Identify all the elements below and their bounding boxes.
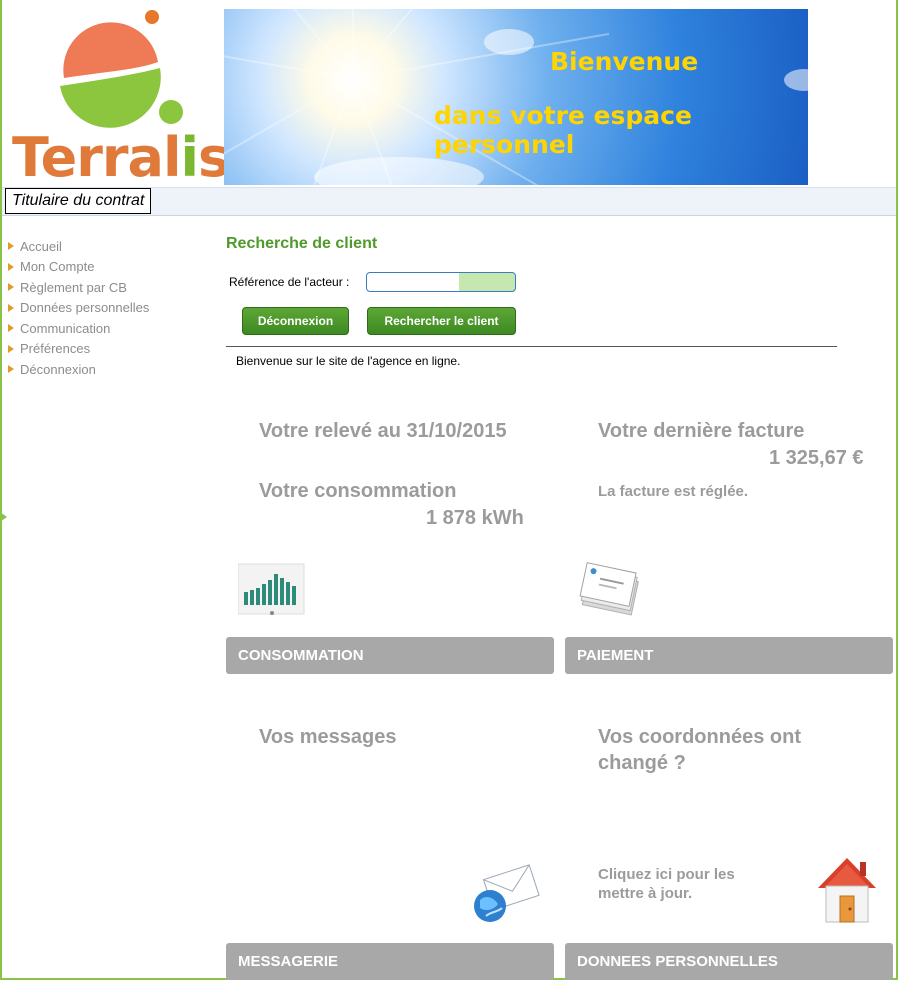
- triangle-right-icon: [8, 283, 14, 292]
- triangle-right-icon: [8, 303, 14, 312]
- triangle-right-icon: [8, 365, 14, 374]
- search-client-button[interactable]: Rechercher le client: [367, 307, 516, 335]
- coordonnees-cta-line2[interactable]: mettre à jour.: [598, 885, 692, 902]
- terralis-logo[interactable]: Terralis: [8, 8, 230, 189]
- logo-wordmark: Terralis: [12, 126, 230, 189]
- sidebar-item-communication[interactable]: Communication: [8, 318, 149, 339]
- sidebar-item-donnees-personnelles[interactable]: Données personnelles: [8, 298, 149, 319]
- triangle-right-icon: [8, 344, 14, 353]
- divider: [226, 346, 837, 347]
- edge-arrow-icon: [0, 512, 7, 522]
- consommation-title: Votre consommation: [259, 480, 457, 502]
- tile-messagerie[interactable]: MESSAGERIE: [226, 943, 554, 980]
- triangle-right-icon: [8, 242, 14, 251]
- contract-holder-label: Titulaire du contrat: [5, 188, 152, 214]
- banner-subtitle: dans votre espace personnel: [434, 101, 692, 159]
- ref-input[interactable]: [366, 272, 516, 292]
- bar-chart-icon[interactable]: [237, 562, 306, 623]
- sidebar-item-mon-compte[interactable]: Mon Compte: [8, 257, 149, 278]
- facture-status: La facture est réglée.: [598, 483, 749, 500]
- sidebar-item-reglement-cb[interactable]: Règlement par CB: [8, 277, 149, 298]
- sidebar-nav: Accueil Mon Compte Règlement par CB Donn…: [8, 236, 149, 380]
- house-icon[interactable]: [816, 856, 878, 931]
- tile-consommation[interactable]: CONSOMMATION: [226, 637, 554, 674]
- logout-button[interactable]: Déconnexion: [242, 307, 349, 335]
- messages-title: Vos messages: [259, 726, 397, 748]
- ref-label: Référence de l'acteur :: [229, 275, 350, 289]
- search-title: Recherche de client: [226, 235, 378, 252]
- tile-donnees-personnelles[interactable]: DONNEES PERSONNELLES: [565, 943, 893, 980]
- triangle-right-icon: [8, 324, 14, 333]
- coordonnees-title-line2: changé ?: [598, 752, 686, 774]
- tile-paiement[interactable]: PAIEMENT: [565, 637, 893, 674]
- invoice-icon[interactable]: [578, 562, 642, 623]
- welcome-text: Bienvenue sur le site de l'agence en lig…: [236, 354, 461, 368]
- banner-title: Bienvenue: [550, 47, 699, 76]
- facture-title: Votre dernière facture: [598, 420, 805, 442]
- sidebar-item-preferences[interactable]: Préférences: [8, 339, 149, 360]
- releve-title: Votre relevé au 31/10/2015: [259, 420, 507, 442]
- welcome-banner: Bienvenue dans votre espace personnel: [224, 9, 808, 185]
- coordonnees-cta-line1[interactable]: Cliquez ici pour les: [598, 866, 735, 883]
- triangle-right-icon: [8, 262, 14, 271]
- sidebar-item-accueil[interactable]: Accueil: [8, 236, 149, 257]
- coordonnees-title-line1: Vos coordonnées ont: [598, 726, 801, 748]
- sidebar-item-deconnexion[interactable]: Déconnexion: [8, 359, 149, 380]
- consommation-value: 1 878 kWh: [426, 507, 524, 529]
- facture-amount: 1 325,67 €: [769, 447, 864, 469]
- logo-graphic: [60, 10, 183, 128]
- mail-globe-icon[interactable]: [470, 860, 542, 931]
